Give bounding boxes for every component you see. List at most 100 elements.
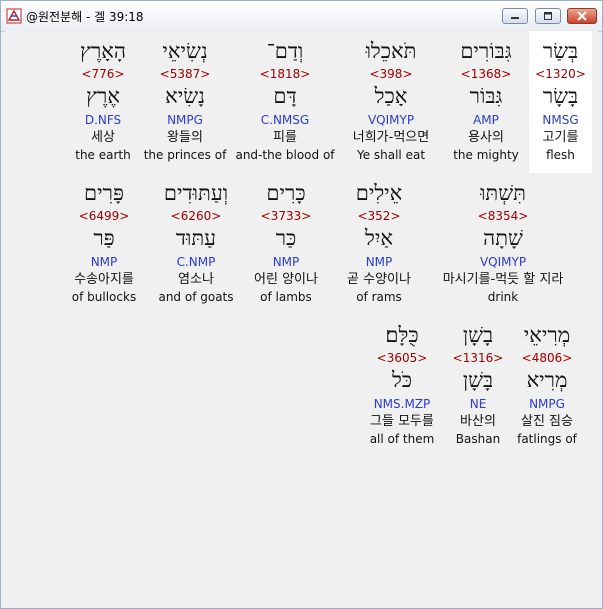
hebrew-lemma: אָכַל	[374, 84, 408, 108]
minimize-button[interactable]	[502, 8, 528, 24]
english-gloss: flesh	[546, 148, 575, 162]
hebrew-word: פָּרִים	[84, 181, 124, 205]
app-logo-icon	[6, 8, 22, 24]
hebrew-lemma: נָשִׂיא	[165, 84, 205, 108]
hebrew-word: הָאָרֶץ	[80, 39, 126, 63]
hebrew-lemma: שָׁתָה	[483, 226, 523, 250]
hebrew-lemma: אֶרֶץ	[86, 84, 120, 108]
korean-gloss: 용사의	[468, 130, 504, 145]
hebrew-word: כֻּלָּם׃	[385, 323, 419, 347]
english-gloss: fatlings of	[517, 432, 577, 446]
hebrew-lemma: בָּשָׂר	[542, 84, 579, 108]
strong-number: <4806>	[521, 351, 573, 365]
hebrew-word: בְּשַׂר	[542, 39, 579, 63]
strong-number: <398>	[369, 67, 413, 81]
english-gloss: all of them	[369, 432, 435, 446]
strong-number: <1368>	[460, 67, 512, 81]
korean-gloss: 너희가-먹으면	[352, 130, 430, 145]
strong-number: <6260>	[170, 209, 222, 223]
english-gloss: Ye shall eat	[356, 148, 426, 162]
word-card[interactable]: כֻּלָּם׃ <3605> כֹּל NMS.MZP 그들 모두를 all …	[359, 315, 445, 457]
korean-gloss: 살진 짐승	[521, 414, 573, 429]
hebrew-word: וְדַם־	[266, 39, 304, 63]
word-card[interactable]: וְעַתּוּדִים <6260> עַתּוּד C.NMP 염소나 an…	[151, 173, 241, 315]
hebrew-word: וְעַתּוּדִים	[163, 181, 229, 205]
hebrew-lemma: מְרִיא	[526, 368, 568, 392]
english-gloss: and-the blood of	[235, 148, 335, 162]
grammar-code: NMP	[272, 255, 300, 269]
english-gloss: of bullocks	[71, 290, 137, 304]
grammar-code: NE	[469, 397, 487, 411]
maximize-button[interactable]	[535, 8, 561, 24]
minimize-icon	[511, 17, 519, 19]
grammar-code: NMP	[90, 255, 118, 269]
grammar-code: C.NMP	[176, 255, 216, 269]
korean-gloss: 바산의	[460, 414, 496, 429]
word-card[interactable]: אֵילִים <352> אַיִל NMP 곧 수양이나 of rams	[331, 173, 427, 315]
word-card[interactable]: בָשָׁן <1316> בָּשָׁן NE 바산의 Bashan	[447, 315, 509, 457]
korean-gloss: 염소나	[178, 272, 214, 287]
strong-number: <1320>	[535, 67, 586, 81]
interlinear-panel: בְּשַׂר <1320> בָּשָׂר NMSG 고기를 flesh גִ…	[5, 31, 598, 604]
strong-number: <1818>	[259, 67, 311, 81]
grammar-code: AMP	[473, 113, 499, 127]
word-card[interactable]: גִּבּוֹרִים <1368> גִּבּוֹר AMP 용사의 the …	[441, 31, 531, 173]
korean-gloss: 왕들의	[167, 130, 203, 145]
maximize-icon	[544, 12, 552, 20]
hebrew-lemma: עַתּוּד	[175, 226, 217, 250]
hebrew-lemma: דָּם	[273, 84, 297, 108]
hebrew-lemma: כַּר	[275, 226, 297, 250]
english-gloss: of rams	[356, 290, 402, 304]
word-card[interactable]: תֹּאכֵלוּ <398> אָכַל VQIMYP 너희가-먹으면 Ye …	[341, 31, 441, 173]
word-card[interactable]: פָּרִים <6499> פַּר NMP 수송아지를 of bullock…	[61, 173, 147, 315]
korean-gloss: 그들 모두를	[370, 414, 434, 429]
grammar-code: VQIMYP	[479, 255, 527, 269]
hebrew-word: נְשִׂיאֵי	[162, 39, 208, 63]
hebrew-lemma: אַיִל	[365, 226, 393, 250]
hebrew-word: אֵילִים	[355, 181, 403, 205]
hebrew-lemma: בָּשָׁן	[462, 368, 494, 392]
korean-gloss: 곧 수양이나	[347, 272, 411, 287]
word-card[interactable]: נְשִׂיאֵי <5387> נָשִׂיא NMPG 왕들의 the pr…	[137, 31, 233, 173]
hebrew-word: בָשָׁן	[462, 323, 494, 347]
title-bar[interactable]: @원전분해 - 겔 39:18	[1, 1, 602, 32]
english-gloss: of lambs	[260, 290, 312, 304]
hebrew-lemma: גִּבּוֹר	[469, 84, 503, 108]
word-card[interactable]: וְדַם־ <1818> דָּם C.NMSG 피를 and-the blo…	[233, 31, 337, 173]
grammar-code: D.NFS	[84, 113, 122, 127]
grammar-code: NMPG	[529, 397, 565, 411]
hebrew-word: תִּשְׁתּוּ	[480, 181, 526, 205]
english-gloss: the mighty	[453, 148, 519, 162]
strong-number: <352>	[357, 209, 401, 223]
strong-number: <3733>	[260, 209, 312, 223]
hebrew-word: כָּרִים	[266, 181, 306, 205]
word-card[interactable]: כָּרִים <3733> כַּר NMP 어린 양이나 of lambs	[241, 173, 331, 315]
grammar-code: NMPG	[167, 113, 203, 127]
grammar-code: NMSG	[542, 113, 579, 127]
strong-number: <3605>	[376, 351, 428, 365]
word-card[interactable]: הָאָרֶץ <776> אֶרֶץ D.NFS 세상 the earth	[65, 31, 141, 173]
hebrew-lemma: כֹּל	[391, 368, 413, 392]
english-gloss: Bashan	[455, 432, 501, 446]
strong-number: <6499>	[78, 209, 130, 223]
strong-number: <776>	[81, 67, 125, 81]
english-gloss: drink	[487, 290, 519, 304]
hebrew-word: מְרִיאֵי	[523, 323, 571, 347]
english-gloss: and of goats	[158, 290, 234, 304]
korean-gloss: 고기를	[542, 130, 579, 145]
grammar-code: NMP	[365, 255, 393, 269]
word-card[interactable]: תִּשְׁתּוּ <8354> שָׁתָה VQIMYP 마시기를-먹듯 …	[423, 173, 583, 315]
strong-number: <8354>	[477, 209, 529, 223]
korean-gloss: 마시기를-먹듯 할 지라	[442, 272, 564, 287]
hebrew-word: תֹּאכֵלוּ	[365, 39, 417, 63]
hebrew-lemma: פַּר	[93, 226, 115, 250]
grammar-code: C.NMSG	[260, 113, 310, 127]
hebrew-word: גִּבּוֹרִים	[460, 39, 512, 63]
word-card[interactable]: מְרִיאֵי <4806> מְרִיא NMPG 살진 짐승 fatlin…	[507, 315, 587, 457]
close-icon	[577, 11, 587, 21]
korean-gloss: 수송아지를	[74, 272, 134, 287]
korean-gloss: 세상	[91, 130, 115, 145]
close-button[interactable]	[567, 8, 597, 24]
window-title: @원전분해 - 겔 39:18	[26, 10, 144, 24]
word-card[interactable]: בְּשַׂר <1320> בָּשָׂר NMSG 고기를 flesh	[529, 31, 592, 173]
